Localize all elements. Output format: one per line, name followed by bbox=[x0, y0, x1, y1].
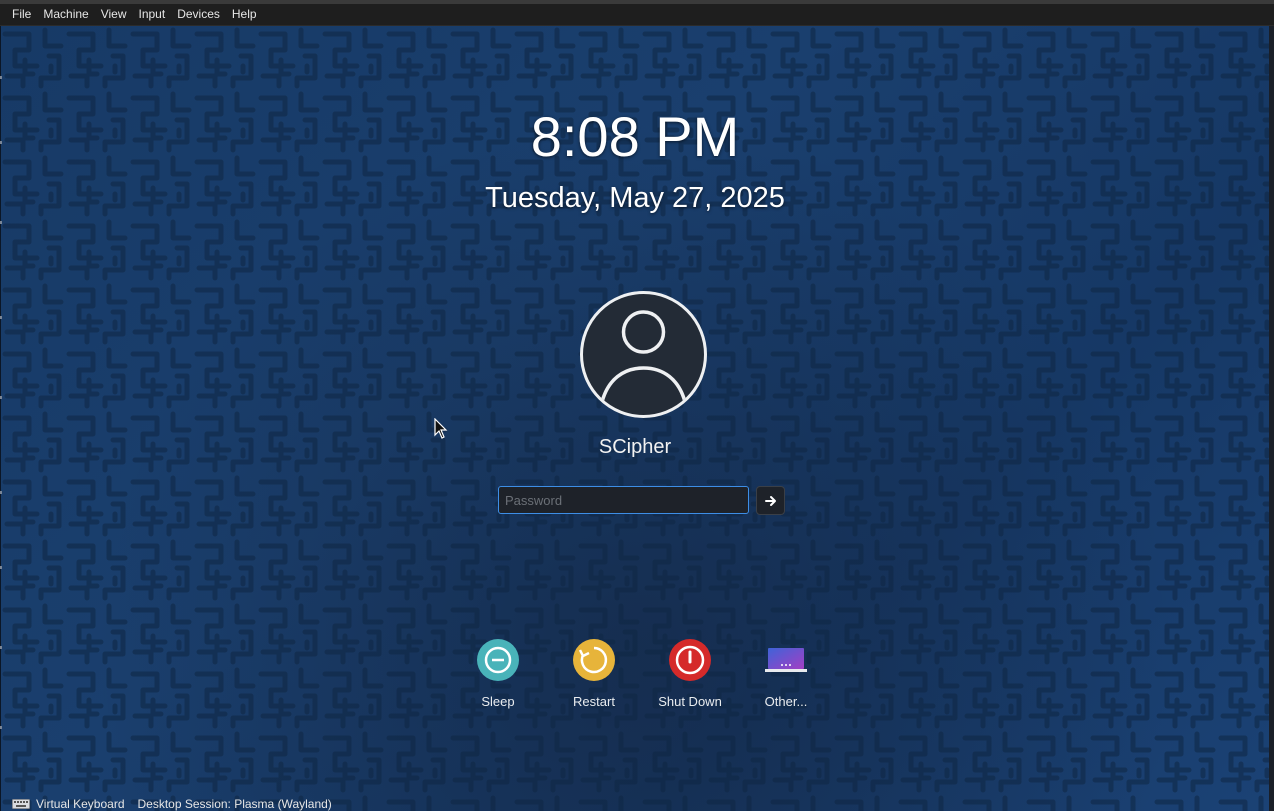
keyboard-icon[interactable] bbox=[12, 798, 30, 809]
other-label: Other... bbox=[764, 694, 808, 709]
clock-time: 8:08 PM bbox=[530, 105, 740, 168]
menu-devices[interactable]: Devices bbox=[171, 4, 226, 25]
restart-icon bbox=[573, 639, 615, 681]
lock-screen: 8:08 PM Tuesday, May 27, 2025 SCipher Sl… bbox=[1, 26, 1269, 811]
other-button[interactable]: Other... bbox=[738, 638, 834, 709]
vm-menubar: File Machine View Input Devices Help bbox=[0, 4, 1274, 26]
menu-help[interactable]: Help bbox=[226, 4, 263, 25]
restart-button[interactable]: Restart bbox=[546, 638, 642, 709]
screen-right-edge bbox=[1269, 26, 1274, 811]
menu-view[interactable]: View bbox=[95, 4, 133, 25]
desktop-session-selector[interactable]: Desktop Session: Plasma (Wayland) bbox=[138, 797, 332, 811]
sleep-button[interactable]: Sleep bbox=[450, 638, 546, 709]
shutdown-label: Shut Down bbox=[658, 694, 722, 709]
menu-file[interactable]: File bbox=[0, 4, 37, 25]
arrow-right-icon bbox=[764, 495, 776, 506]
menu-input[interactable]: Input bbox=[133, 4, 172, 25]
left-edge-marks bbox=[0, 26, 2, 811]
laptop-icon bbox=[765, 648, 807, 672]
password-field[interactable] bbox=[498, 486, 749, 514]
shutdown-button[interactable]: Shut Down bbox=[642, 638, 738, 709]
user-avatar[interactable] bbox=[580, 291, 707, 418]
menu-machine[interactable]: Machine bbox=[37, 4, 94, 25]
username-label: SCipher bbox=[598, 436, 672, 458]
mouse-cursor-icon bbox=[434, 418, 448, 439]
restart-label: Restart bbox=[573, 694, 615, 709]
lockscreen-footer: Virtual Keyboard Desktop Session: Plasma… bbox=[0, 796, 1269, 811]
login-submit-button[interactable] bbox=[756, 486, 785, 515]
clock-date: Tuesday, May 27, 2025 bbox=[485, 182, 785, 214]
power-icon bbox=[669, 639, 711, 681]
virtual-keyboard-button[interactable]: Virtual Keyboard bbox=[36, 797, 125, 811]
sleep-icon bbox=[477, 639, 519, 681]
user-silhouette-icon bbox=[599, 310, 688, 407]
sleep-label: Sleep bbox=[481, 694, 515, 709]
